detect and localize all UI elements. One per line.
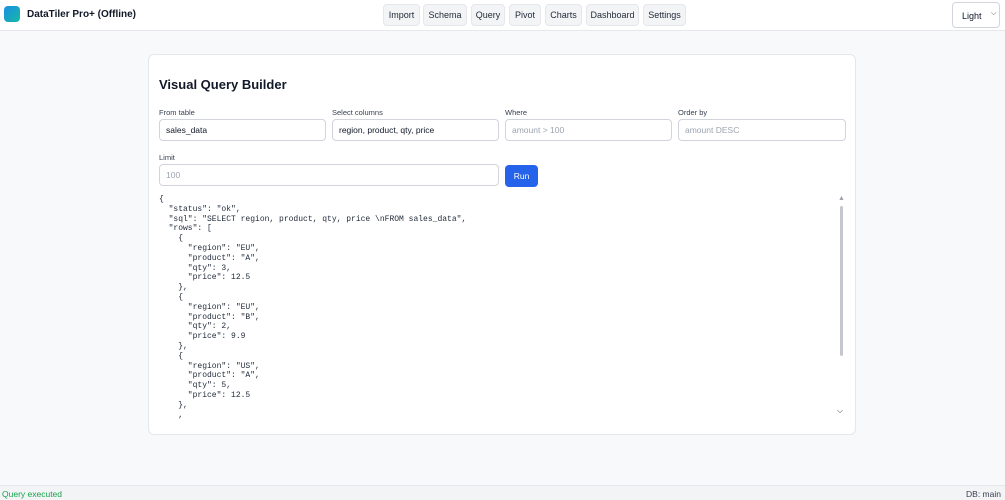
nav-pivot-button[interactable]: Pivot	[509, 4, 541, 26]
scroll-up-icon[interactable]: ▲	[838, 195, 845, 202]
where-input[interactable]	[505, 119, 672, 141]
order-by-label: Order by	[678, 108, 708, 117]
chevron-down-icon: ⌵	[991, 10, 997, 17]
select-columns-input[interactable]	[332, 119, 499, 141]
top-bar: DataTiler Pro+ (Offline) Import Schema Q…	[0, 0, 1005, 31]
nav-settings-button[interactable]: Settings	[643, 4, 686, 26]
output-scrollbar[interactable]	[840, 206, 843, 356]
app-title: DataTiler Pro+ (Offline)	[27, 9, 137, 20]
db-indicator: DB: main	[966, 489, 1001, 499]
limit-input[interactable]	[159, 164, 499, 186]
theme-select[interactable]: Light ⌵	[952, 2, 1000, 28]
order-by-input[interactable]	[678, 119, 846, 141]
from-table-label: From table	[159, 108, 195, 117]
select-columns-label: Select columns	[332, 108, 383, 117]
status-bar: Query executed DB: main	[0, 485, 1005, 500]
limit-label: Limit	[159, 153, 175, 162]
query-output: { "status": "ok", "sql": "SELECT region,…	[159, 195, 835, 421]
nav-schema-button[interactable]: Schema	[423, 4, 467, 26]
nav-charts-button[interactable]: Charts	[545, 4, 582, 26]
nav-import-button[interactable]: Import	[383, 4, 420, 26]
theme-select-value: Light	[962, 11, 982, 21]
chevron-down-icon[interactable]: ⌵	[837, 406, 843, 416]
from-table-input[interactable]	[159, 119, 326, 141]
status-message: Query executed	[2, 489, 63, 499]
nav-dashboard-button[interactable]: Dashboard	[586, 4, 639, 26]
run-button[interactable]: Run	[505, 165, 538, 187]
page-title: Visual Query Builder	[159, 77, 287, 92]
where-label: Where	[505, 108, 528, 117]
app-logo-icon	[4, 6, 20, 22]
query-builder-card: Visual Query Builder From table Select c…	[148, 54, 856, 435]
query-output-json: { "status": "ok", "sql": "SELECT region,…	[159, 195, 467, 420]
nav-query-button[interactable]: Query	[471, 4, 505, 26]
